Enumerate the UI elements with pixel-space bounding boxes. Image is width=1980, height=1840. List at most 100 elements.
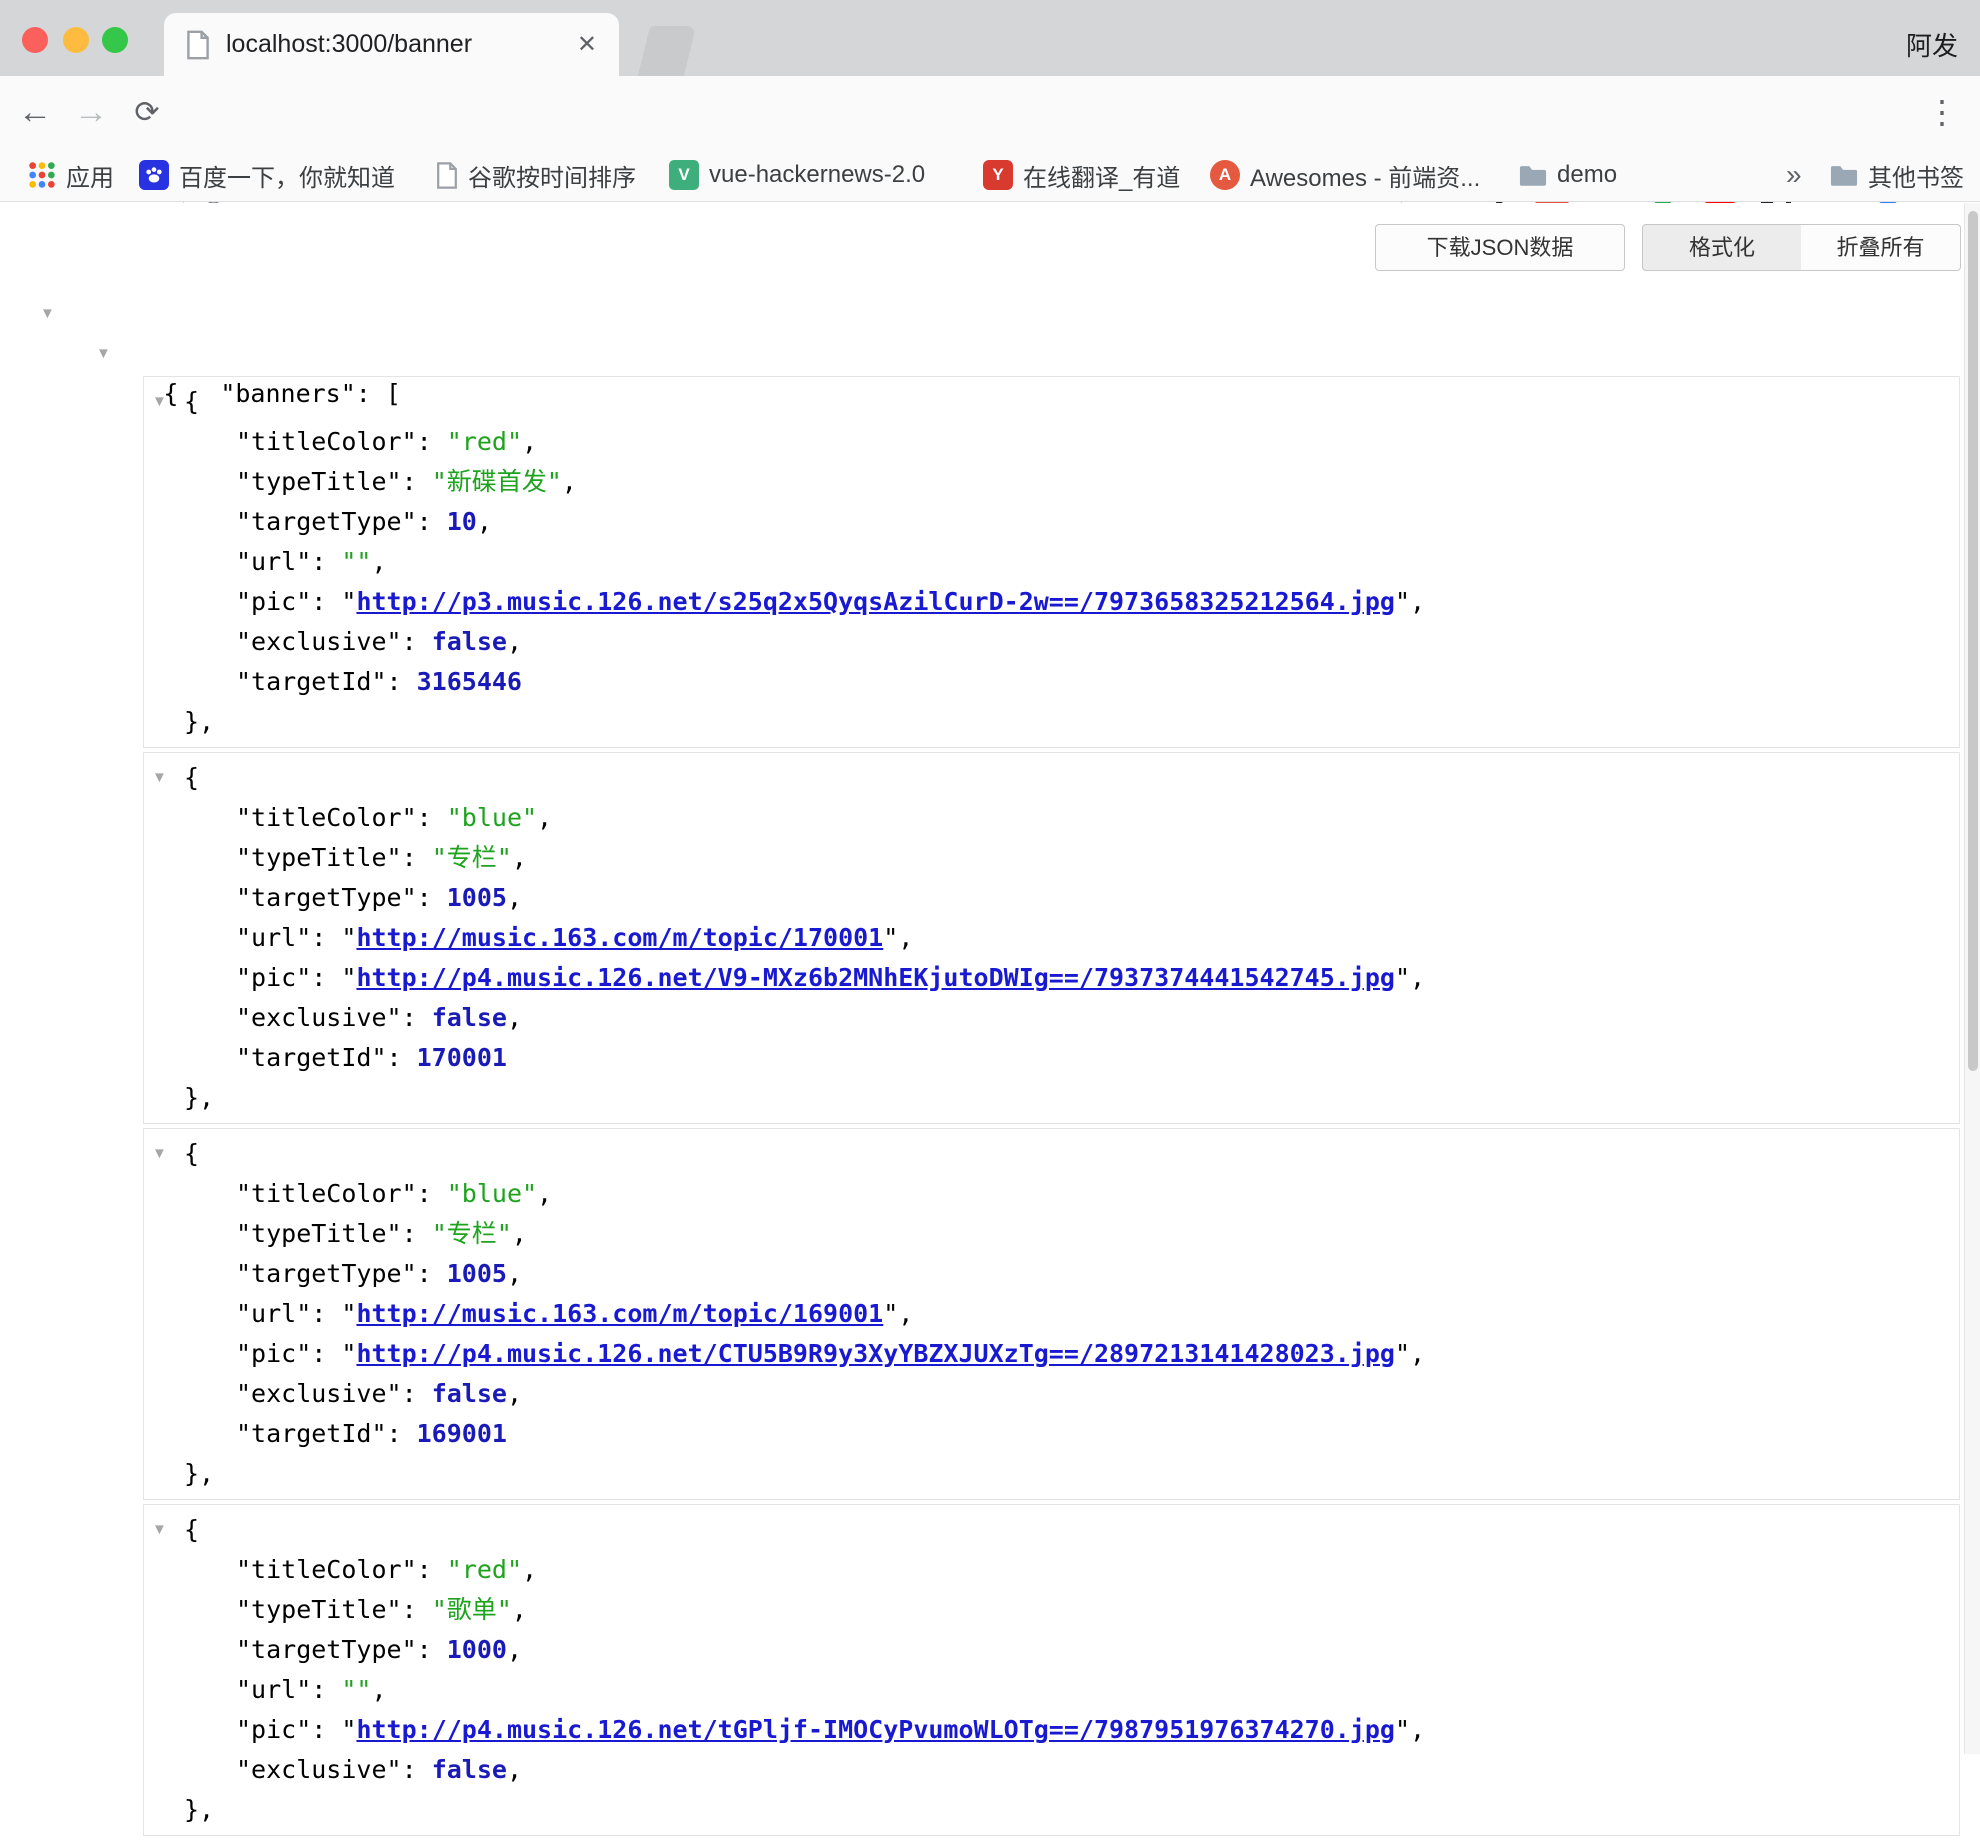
collapse-toggle-icon[interactable]: ▼ <box>96 334 111 374</box>
json-key: "titleColor" <box>236 1179 417 1208</box>
bookmark-baidu[interactable]: 百度一下，你就知道 <box>139 149 395 201</box>
json-token: : <box>417 507 447 536</box>
json-string: "blue" <box>447 1179 537 1208</box>
json-token: : <box>402 1379 432 1408</box>
json-number: 1005 <box>447 883 507 912</box>
json-line: }, <box>144 1078 1959 1118</box>
json-line: "titleColor": "red", <box>144 1550 1959 1590</box>
json-token: , <box>371 547 386 576</box>
json-line: "targetType": 1000, <box>144 1630 1959 1670</box>
json-url-link[interactable]: http://p4.music.126.net/CTU5B9R9y3XyYBZX… <box>356 1339 1395 1368</box>
apps-grid-icon <box>28 161 56 189</box>
bookmark-youdao-translate[interactable]: Y 在线翻译_有道 <box>983 149 1180 201</box>
browser-profile-name: 阿发 <box>1906 26 1958 63</box>
json-url-link[interactable]: http://p3.music.126.net/s25q2x5QyqsAzilC… <box>356 587 1395 616</box>
json-key: "exclusive" <box>236 1379 402 1408</box>
json-token: }, <box>184 1459 214 1488</box>
new-tab-button[interactable] <box>638 26 696 76</box>
json-key: "exclusive" <box>236 1003 402 1032</box>
json-line: "pic": "http://p4.music.126.net/V9-MXz6b… <box>144 958 1959 998</box>
json-token: : <box>311 587 341 616</box>
maximize-window-button[interactable] <box>102 27 128 53</box>
json-token: , <box>512 1219 527 1248</box>
collapse-toggle-icon[interactable]: ▼ <box>152 1510 167 1550</box>
back-icon[interactable]: ← <box>12 76 58 149</box>
browser-menu-icon[interactable]: ⋮ <box>1922 76 1962 149</box>
json-line: "exclusive": false, <box>144 998 1959 1038</box>
json-boolean: false <box>432 627 507 656</box>
json-line: "exclusive": false, <box>144 622 1959 662</box>
json-number: 170001 <box>417 1043 507 1072</box>
json-line: "url": "", <box>144 1670 1959 1710</box>
scrollbar-thumb[interactable] <box>1968 211 1978 1071</box>
json-key: "targetId" <box>236 1043 387 1072</box>
json-line: ▼{ <box>144 758 1959 798</box>
json-token: " <box>341 923 356 952</box>
json-key: "pic" <box>236 1715 311 1744</box>
json-token: , <box>1410 1715 1425 1744</box>
json-url-link[interactable]: http://p4.music.126.net/tGPljf-IMOCyPvum… <box>356 1715 1395 1744</box>
json-object-box: ▼{"titleColor": "blue","typeTitle": "专栏"… <box>143 1128 1960 1500</box>
minimize-window-button[interactable] <box>63 27 89 53</box>
json-line: "pic": "http://p4.music.126.net/tGPljf-I… <box>144 1710 1959 1750</box>
json-line: "targetType": 10, <box>144 502 1959 542</box>
json-url-link[interactable]: http://music.163.com/m/topic/169001 <box>356 1299 883 1328</box>
collapse-toggle-icon[interactable]: ▼ <box>152 382 167 422</box>
bookmarks-bar: 应用 百度一下，你就知道 谷歌按时间排序 V vue-hackernews-2.… <box>0 149 1980 202</box>
json-url-link[interactable]: http://p4.music.126.net/V9-MXz6b2MNhEKju… <box>356 963 1395 992</box>
bookmark-google-sort[interactable]: 谷歌按时间排序 <box>436 149 636 201</box>
reload-icon[interactable]: ⟳ <box>124 76 170 149</box>
tab-close-icon[interactable]: ✕ <box>577 30 597 59</box>
format-json-button[interactable]: 格式化 <box>1642 224 1802 271</box>
json-key: "url" <box>236 923 311 952</box>
json-line: "exclusive": false, <box>144 1374 1959 1414</box>
json-token: : <box>311 1675 341 1704</box>
bookmark-awesomes[interactable]: A Awesomes - 前端资... <box>1210 149 1480 201</box>
bookmarks-overflow-icon[interactable]: » <box>1786 149 1802 201</box>
json-key: "typeTitle" <box>236 1219 402 1248</box>
json-line: "exclusive": false, <box>144 1750 1959 1790</box>
bookmark-apps[interactable]: 应用 <box>28 149 114 201</box>
json-token: " <box>883 1299 898 1328</box>
json-string: "歌单" <box>432 1595 512 1624</box>
json-token: : <box>311 923 341 952</box>
close-window-button[interactable] <box>22 27 48 53</box>
bookmark-label: 其他书签 <box>1868 158 1964 193</box>
json-token: , <box>537 803 552 832</box>
scrollbar-track[interactable] <box>1964 203 1980 1754</box>
json-key: "url" <box>236 1299 311 1328</box>
json-token: " <box>1395 1339 1410 1368</box>
json-token: " <box>1395 1715 1410 1744</box>
json-token: , <box>477 507 492 536</box>
collapse-all-button[interactable]: 折叠所有 <box>1801 224 1961 271</box>
json-token: " <box>341 1299 356 1328</box>
json-string: "专栏" <box>432 1219 512 1248</box>
json-token: : <box>417 1635 447 1664</box>
collapse-toggle-icon[interactable]: ▼ <box>152 1134 167 1174</box>
json-key: "targetType" <box>236 1259 417 1288</box>
json-url-link[interactable]: http://music.163.com/m/topic/170001 <box>356 923 883 952</box>
json-token: , <box>562 467 577 496</box>
json-key: "targetType" <box>236 507 417 536</box>
json-boolean: false <box>432 1003 507 1032</box>
json-token: : <box>311 963 341 992</box>
collapse-toggle-icon[interactable]: ▼ <box>152 758 167 798</box>
json-token: , <box>507 627 522 656</box>
json-token: : <box>402 1755 432 1784</box>
json-key: "targetId" <box>236 667 387 696</box>
json-token: , <box>512 843 527 872</box>
json-token: " <box>341 1339 356 1368</box>
json-token: , <box>1410 587 1425 616</box>
json-token: : <box>402 843 432 872</box>
json-key: "pic" <box>236 1339 311 1368</box>
bookmark-vue-hackernews[interactable]: V vue-hackernews-2.0 <box>669 149 925 201</box>
download-json-button[interactable]: 下载JSON数据 <box>1375 224 1625 271</box>
bookmark-other-bookmarks[interactable]: 其他书签 <box>1830 149 1964 201</box>
navigation-bar: ← → ⟳ ⓘ localhost :3000/banner ☆ V en FE <box>0 76 1980 149</box>
json-line: "targetId": 170001 <box>144 1038 1959 1078</box>
collapse-toggle-icon[interactable]: ▼ <box>40 294 55 334</box>
baidu-paw-icon <box>139 160 169 190</box>
browser-tab[interactable]: localhost:3000/banner ✕ <box>164 13 619 76</box>
bookmark-folder-demo[interactable]: demo <box>1519 149 1617 201</box>
json-token: , <box>898 1299 913 1328</box>
